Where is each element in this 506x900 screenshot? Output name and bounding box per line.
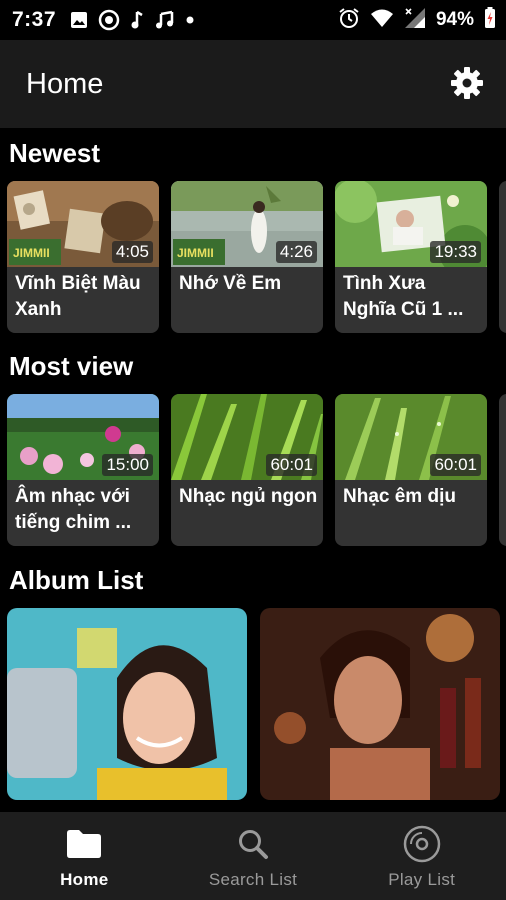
- video-card[interactable]: 15:00 Âm nhạc với tiếng chim ...: [7, 394, 159, 546]
- album-list[interactable]: [0, 608, 506, 808]
- nav-play-list[interactable]: Play List: [337, 812, 506, 900]
- music-note-icon: [130, 10, 144, 30]
- video-duration: 60:01: [430, 454, 481, 476]
- video-card[interactable]: [499, 181, 506, 333]
- music-notes-icon: [154, 10, 176, 30]
- system-icons: 94%: [338, 0, 496, 40]
- video-title: Nhạc êm dịu: [343, 486, 456, 507]
- app-bar: Home: [0, 40, 506, 128]
- video-thumbnail: 15:00: [7, 394, 159, 480]
- video-thumbnail: 60:01: [335, 394, 487, 480]
- video-card[interactable]: JIMMII 4:05 Vĩnh Biệt Màu Xanh: [7, 181, 159, 333]
- alarm-icon: [338, 7, 360, 34]
- bottom-navigation: Home Search List Play List: [0, 812, 506, 900]
- most-view-section-title: Most view: [9, 351, 134, 381]
- dot-icon: [186, 16, 194, 24]
- nav-search-list[interactable]: Search List: [169, 812, 338, 900]
- video-thumbnail: 60:01: [171, 394, 323, 480]
- settings-button[interactable]: [448, 64, 486, 102]
- folder-icon: [67, 830, 102, 858]
- disc-icon: [403, 825, 440, 863]
- svg-text:JIMMII: JIMMII: [13, 246, 50, 260]
- video-duration: 60:01: [266, 454, 317, 476]
- battery-icon: [484, 6, 496, 34]
- video-card[interactable]: 60:01 Nhạc ngủ ngon: [171, 394, 323, 546]
- signal-icon: [404, 7, 426, 34]
- video-title: Nhạc ngủ ngon: [179, 486, 318, 507]
- video-duration: 19:33: [430, 241, 481, 263]
- gear-icon: [451, 67, 483, 99]
- wifi-icon: [370, 8, 394, 33]
- video-thumbnail: 19:33: [335, 181, 487, 267]
- album-cover: [7, 608, 247, 800]
- video-duration: 4:05: [111, 241, 153, 263]
- album-card[interactable]: [7, 608, 247, 800]
- album-card[interactable]: [260, 608, 500, 800]
- nav-search-list-label: Search List: [208, 870, 298, 889]
- video-duration: 4:26: [275, 241, 317, 263]
- battery-percentage: 94%: [435, 9, 474, 30]
- video-title: Âm nhạc với tiếng chim ...: [15, 486, 132, 533]
- status-time: 7:37: [12, 8, 57, 31]
- status-bar: 7:37 94%: [0, 0, 506, 40]
- most-view-list[interactable]: 15:00 Âm nhạc với tiếng chim ... 60:01 N…: [0, 394, 506, 548]
- video-duration: 15:00: [102, 454, 153, 476]
- nav-home-label: Home: [60, 870, 109, 889]
- notification-icons: [70, 9, 194, 31]
- video-thumbnail: JIMMII 4:26: [171, 181, 323, 267]
- sync-icon: [98, 9, 120, 31]
- album-cover: [260, 608, 500, 800]
- video-title: Tình Xưa Nghĩa Cũ 1 ...: [343, 273, 464, 320]
- svg-text:JIMMII: JIMMII: [177, 246, 214, 260]
- search-icon: [239, 830, 268, 859]
- video-card[interactable]: 60:01 Nhạc êm dịu: [335, 394, 487, 546]
- image-icon: [70, 11, 88, 29]
- video-card[interactable]: JIMMII 4:26 Nhớ Về Em: [171, 181, 323, 333]
- video-card[interactable]: 19:33 Tình Xưa Nghĩa Cũ 1 ...: [335, 181, 487, 333]
- video-title: Nhớ Về Em: [179, 273, 282, 294]
- video-title: Vĩnh Biệt Màu Xanh: [15, 273, 141, 320]
- newest-list[interactable]: JIMMII 4:05 Vĩnh Biệt Màu Xanh JIMMII 4:…: [0, 181, 506, 335]
- video-thumbnail: JIMMII 4:05: [7, 181, 159, 267]
- video-card[interactable]: [499, 394, 506, 546]
- album-list-section-title: Album List: [9, 565, 144, 595]
- nav-play-list-label: Play List: [388, 870, 456, 889]
- page-title: Home: [26, 67, 104, 100]
- newest-section-title: Newest: [9, 138, 101, 168]
- nav-home[interactable]: Home: [0, 812, 169, 900]
